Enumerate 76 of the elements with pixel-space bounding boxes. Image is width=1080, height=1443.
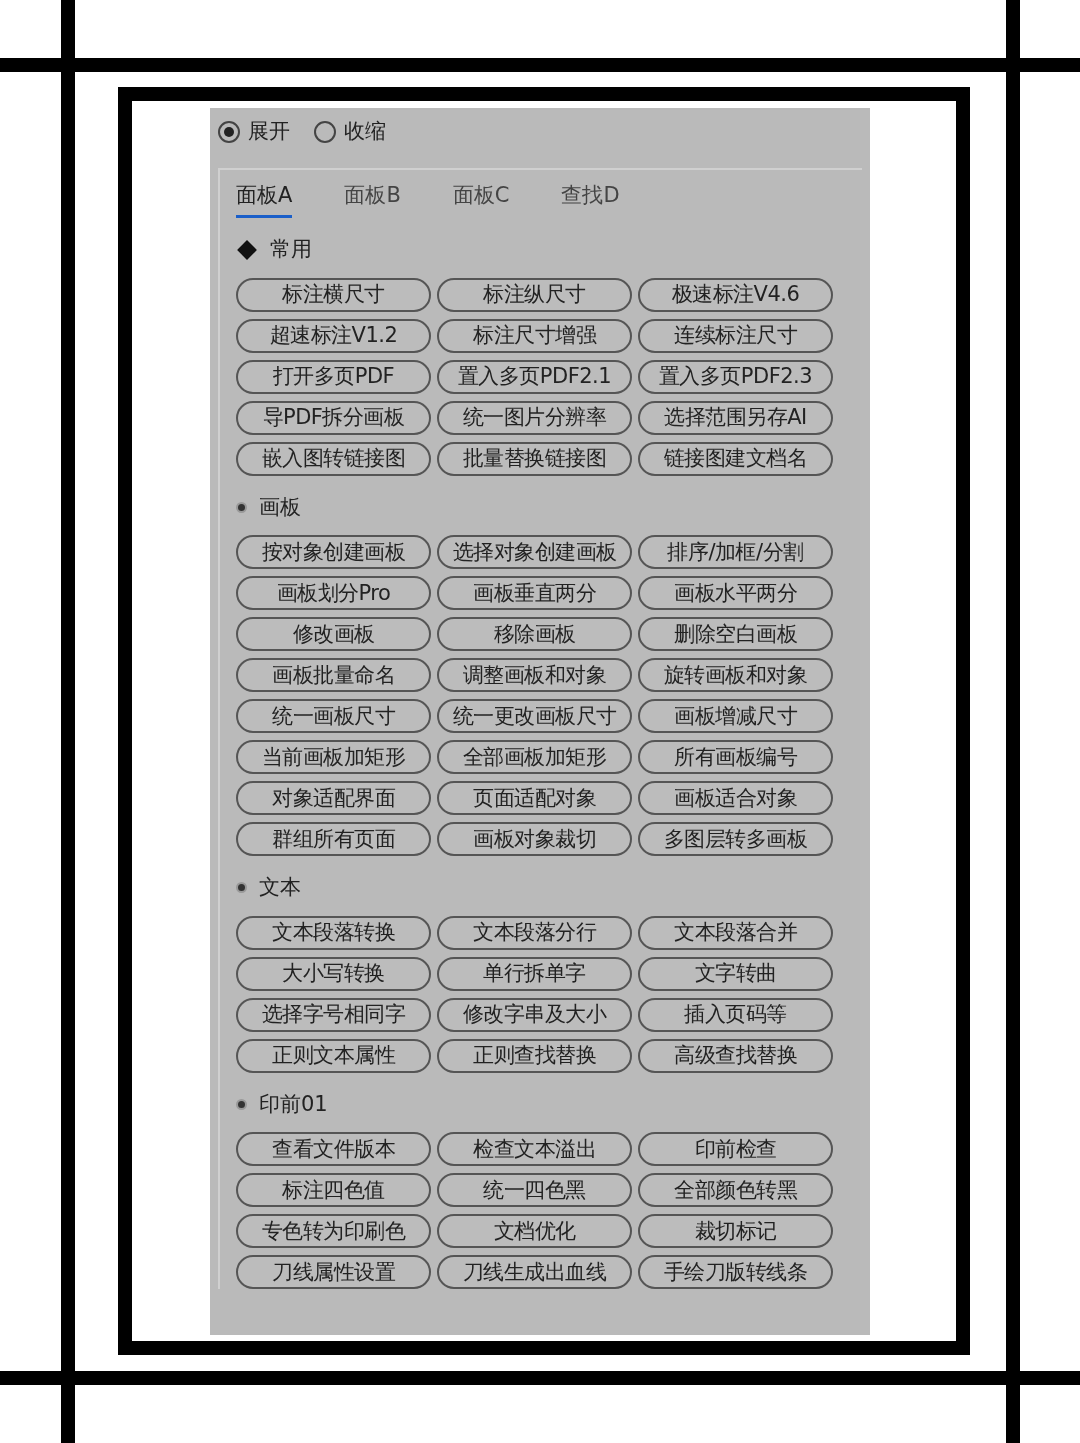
dot-icon: [236, 882, 247, 894]
tool-button[interactable]: 文本段落分行: [437, 915, 632, 950]
tool-button[interactable]: 正则文本属性: [236, 1038, 431, 1073]
dot-icon: [236, 501, 247, 513]
tool-button[interactable]: 选择范围另存AI: [638, 400, 833, 435]
tool-button[interactable]: 选择对象创建画板: [437, 535, 632, 569]
tab[interactable]: 查找D: [561, 179, 620, 218]
tool-button[interactable]: 超速标注V1.2: [236, 318, 431, 353]
dot-icon: [236, 1098, 247, 1110]
tab[interactable]: 面板A: [236, 179, 293, 218]
tool-button[interactable]: 链接图建文档名: [638, 441, 833, 476]
tool-button[interactable]: 检查文本溢出: [437, 1132, 632, 1166]
tool-button[interactable]: 文档优化: [437, 1214, 632, 1248]
tool-button[interactable]: 按对象创建画板: [236, 535, 431, 569]
tool-button[interactable]: 文字转曲: [638, 956, 833, 991]
tool-button[interactable]: 修改字串及大小: [437, 997, 632, 1032]
tool-button[interactable]: 全部画板加矩形: [437, 740, 632, 774]
tab[interactable]: 面板C: [452, 179, 510, 218]
tool-button[interactable]: 单行拆单字: [437, 956, 632, 991]
section-title: 画板: [259, 493, 301, 521]
tool-button[interactable]: 插入页码等: [638, 997, 833, 1032]
tool-button[interactable]: 画板适合对象: [638, 781, 833, 815]
tool-button[interactable]: 极速标注V4.6: [638, 277, 833, 312]
tool-button[interactable]: 统一图片分辨率: [437, 400, 632, 435]
tool-button[interactable]: 画板划分Pro: [236, 576, 431, 610]
radio-option[interactable]: 收缩: [314, 116, 386, 148]
tool-button[interactable]: 页面适配对象: [437, 781, 632, 815]
tool-button[interactable]: 画板批量命名: [236, 658, 431, 692]
tool-button[interactable]: 统一更改画板尺寸: [437, 699, 632, 733]
tool-button[interactable]: 刀线属性设置: [236, 1255, 431, 1289]
tool-button[interactable]: 排序/加框/分割: [638, 535, 833, 569]
tool-button[interactable]: 打开多页PDF: [236, 359, 431, 394]
tool-button[interactable]: 标注四色值: [236, 1173, 431, 1207]
tab[interactable]: 面板B: [344, 179, 401, 218]
tool-button[interactable]: 专色转为印刷色: [236, 1214, 431, 1248]
tool-button[interactable]: 批量替换链接图: [437, 441, 632, 476]
tool-button[interactable]: 对象适配界面: [236, 781, 431, 815]
tool-button[interactable]: 文本段落合并: [638, 915, 833, 950]
tool-button[interactable]: 画板对象裁切: [437, 822, 632, 856]
tool-button[interactable]: 删除空白画板: [638, 617, 833, 651]
tool-button[interactable]: 标注横尺寸: [236, 277, 431, 312]
tool-button[interactable]: 嵌入图转链接图: [236, 441, 431, 476]
tool-button[interactable]: 调整画板和对象: [437, 658, 632, 692]
tool-button[interactable]: 高级查找替换: [638, 1038, 833, 1073]
radio-option[interactable]: 展开: [218, 116, 290, 148]
tool-button[interactable]: 统一画板尺寸: [236, 699, 431, 733]
tool-button[interactable]: 刀线生成出血线: [437, 1255, 632, 1289]
tool-button[interactable]: 标注尺寸增强: [437, 318, 632, 353]
tool-button[interactable]: 印前检查: [638, 1132, 833, 1166]
tool-button[interactable]: 画板增减尺寸: [638, 699, 833, 733]
tool-button[interactable]: 选择字号相同字: [236, 997, 431, 1032]
tool-button[interactable]: 正则查找替换: [437, 1038, 632, 1073]
tool-button[interactable]: 标注纵尺寸: [437, 277, 632, 312]
tool-button[interactable]: 置入多页PDF2.3: [638, 359, 833, 394]
tool-button[interactable]: 画板垂直两分: [437, 576, 632, 610]
tool-button[interactable]: 旋转画板和对象: [638, 658, 833, 692]
tool-button[interactable]: 手绘刀版转线条: [638, 1255, 833, 1289]
tool-button[interactable]: 文本段落转换: [236, 915, 431, 950]
tool-button[interactable]: 画板水平两分: [638, 576, 833, 610]
tool-button[interactable]: 查看文件版本: [236, 1132, 431, 1166]
tool-button[interactable]: 连续标注尺寸: [638, 318, 833, 353]
tool-button[interactable]: 全部颜色转黑: [638, 1173, 833, 1207]
tool-button[interactable]: 导PDF拆分画板: [236, 400, 431, 435]
tool-button[interactable]: 置入多页PDF2.1: [437, 359, 632, 394]
tool-button[interactable]: 多图层转多画板: [638, 822, 833, 856]
tool-button[interactable]: 移除画板: [437, 617, 632, 651]
section-title: 文本: [259, 874, 301, 901]
tool-button[interactable]: 裁切标记: [638, 1214, 833, 1248]
tool-button[interactable]: 修改画板: [236, 617, 431, 651]
tool-button[interactable]: 统一四色黑: [437, 1173, 632, 1207]
tool-button[interactable]: 群组所有页面: [236, 822, 431, 856]
tool-button[interactable]: 大小写转换: [236, 956, 431, 991]
tool-button[interactable]: 所有画板编号: [638, 740, 833, 774]
section-title: 常用: [270, 236, 312, 263]
tool-button[interactable]: 当前画板加矩形: [236, 740, 431, 774]
section-title: 印前01: [259, 1090, 328, 1118]
